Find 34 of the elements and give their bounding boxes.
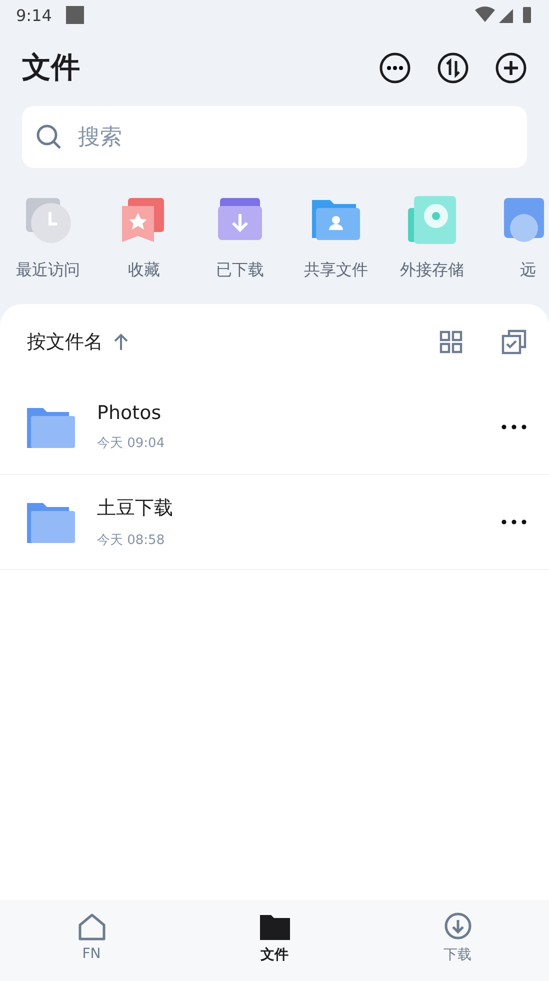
more-options-icon[interactable] xyxy=(501,424,527,430)
nav-tab[interactable]: 文件 xyxy=(183,900,366,981)
file-name[interactable]: Photos xyxy=(97,402,501,424)
shortcut-label[interactable]: 远 xyxy=(520,260,536,281)
storage-drive-icon xyxy=(406,194,458,246)
home-icon xyxy=(76,912,106,942)
shortcut-label[interactable]: 外接存储 xyxy=(400,260,464,281)
transfer-button[interactable] xyxy=(437,52,469,84)
folder-icon xyxy=(27,501,75,543)
folder-icon xyxy=(27,406,75,448)
multi-select-icon[interactable] xyxy=(501,329,527,355)
shortcut-label[interactable]: 共享文件 xyxy=(304,260,368,281)
notification-icon xyxy=(66,6,84,24)
shortcut-label[interactable]: 最近访问 xyxy=(16,260,80,281)
nav-tab[interactable]: FN xyxy=(0,900,183,981)
more-options-icon[interactable] xyxy=(501,519,527,525)
grid-view-icon[interactable] xyxy=(439,330,463,354)
add-button[interactable] xyxy=(495,52,527,84)
status-time: 9:14 xyxy=(16,6,52,24)
shortcut-label[interactable]: 收藏 xyxy=(128,260,160,281)
modified-time: 今天 09:04 xyxy=(97,435,166,452)
nav-tab[interactable]: 下载 xyxy=(366,900,549,981)
shortcut-label[interactable]: 已下载 xyxy=(216,260,264,281)
search-field[interactable]: 搜索 xyxy=(22,106,527,168)
sort-label[interactable]: 按文件名 xyxy=(27,329,103,355)
file-name[interactable]: 土豆下载 xyxy=(97,495,501,521)
cloud-download-icon xyxy=(442,912,472,942)
more-button[interactable] xyxy=(379,52,411,84)
modified-time: 今天 08:58 xyxy=(97,532,166,549)
search-input[interactable]: 搜索 xyxy=(76,124,513,150)
search-icon xyxy=(36,124,62,150)
arrow-up-icon[interactable] xyxy=(113,333,129,351)
folder-icon xyxy=(260,912,290,942)
page-title: 文件 xyxy=(22,49,81,86)
